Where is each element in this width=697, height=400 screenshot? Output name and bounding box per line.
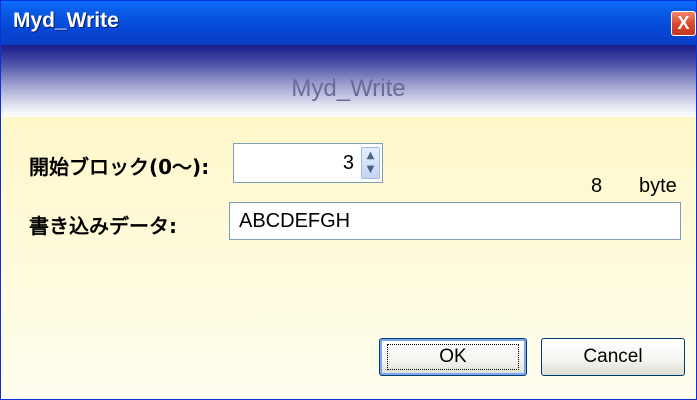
cancel-button-label: Cancel <box>583 346 643 367</box>
header-title: Myd_Write <box>291 75 406 102</box>
spin-up-icon[interactable]: ▲ <box>362 149 379 163</box>
ok-button-label: OK <box>439 346 467 367</box>
byte-count: 8 <box>591 175 603 197</box>
header-banner: Myd_Write <box>1 45 696 117</box>
spin-buttons[interactable]: ▲ ▼ <box>361 147 380 179</box>
write-data-value[interactable]: ABCDEFGH <box>239 210 350 233</box>
spin-down-icon[interactable]: ▼ <box>362 163 379 177</box>
title-bar[interactable]: Myd_Write X <box>1 1 696 45</box>
write-data-label: 書き込みデータ: <box>29 214 177 238</box>
start-block-value[interactable]: 3 <box>343 152 354 175</box>
close-button[interactable]: X <box>671 11 696 36</box>
start-block-spinbox[interactable]: 3 ▲ ▼ <box>233 143 383 183</box>
window-title: Myd_Write <box>13 9 119 32</box>
close-icon: X <box>677 13 690 33</box>
dialog-window: Myd_Write X Myd_Write 開始ブロック(0〜): 3 ▲ ▼ … <box>0 0 697 400</box>
write-data-field[interactable]: ABCDEFGH <box>229 202 681 240</box>
ok-button[interactable]: OK <box>379 338 527 376</box>
cancel-button[interactable]: Cancel <box>541 338 685 376</box>
form-area: 開始ブロック(0〜): 3 ▲ ▼ 8 byte 書き込みデータ: ABCDEF… <box>1 117 696 399</box>
start-block-label: 開始ブロック(0〜): <box>29 155 210 179</box>
byte-unit: byte <box>639 175 677 197</box>
